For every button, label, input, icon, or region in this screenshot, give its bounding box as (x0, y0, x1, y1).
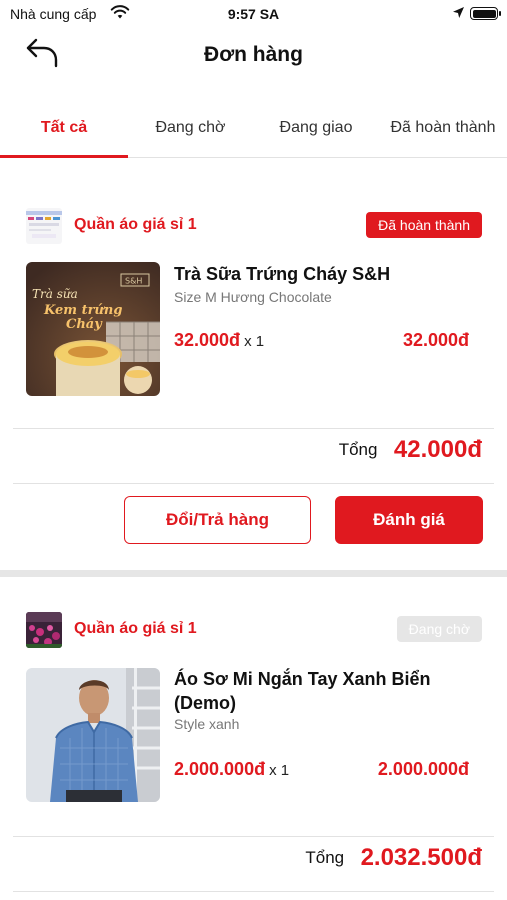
nav-bar: Đơn hàng (0, 30, 507, 80)
product-image[interactable] (26, 668, 160, 802)
tab-completed[interactable]: Đã hoàn thành (379, 100, 507, 158)
status-badge: Đã hoàn thành (366, 212, 482, 238)
svg-text:S&H: S&H (125, 277, 142, 286)
product-image[interactable]: Trà sữa Kem trứng Cháy S&H (26, 262, 160, 396)
separator (13, 836, 494, 837)
review-button[interactable]: Đánh giá (335, 496, 483, 544)
shop-logo (26, 208, 62, 244)
separator (13, 428, 494, 429)
section-divider (0, 570, 507, 577)
shop-name[interactable]: Quần áo giá sỉ 1 (74, 620, 197, 638)
total-label: Tổng (338, 440, 378, 459)
unit-price: 32.000đ (174, 330, 241, 350)
active-tab-indicator (0, 155, 128, 158)
order-tabs: Tất cả Đang chờ Đang giao Đã hoàn thành (0, 100, 507, 158)
status-bar: Nhà cung cấp 9:57 SA (0, 0, 507, 30)
tab-shipping[interactable]: Đang giao (253, 100, 379, 158)
shop-logo (26, 612, 62, 648)
battery-icon (470, 7, 501, 20)
product-name[interactable]: Trà Sữa Trứng Cháy S&H (174, 262, 484, 286)
product-price: 32.000đ x 1 (174, 330, 264, 351)
unit-price: 2.000.000đ (174, 759, 266, 779)
total-label: Tổng (305, 848, 345, 867)
product-variant: Style xanh (174, 716, 240, 732)
order-total-row: Tổng 2.032.500đ (305, 844, 482, 884)
product-variant: Size M Hương Chocolate (174, 289, 332, 305)
page-title: Đơn hàng (204, 43, 303, 66)
product-price: 2.000.000đ x 1 (174, 759, 289, 780)
shop-name[interactable]: Quần áo giá sỉ 1 (74, 216, 197, 234)
product-quantity: x 1 (269, 762, 290, 779)
total-value: 42.000đ (393, 436, 482, 463)
status-badge: Đang chờ (396, 616, 482, 642)
line-total: 2.000.000đ (377, 759, 469, 779)
line-total: 32.000đ (402, 330, 469, 350)
separator (13, 483, 494, 484)
svg-text:Kem trứng: Kem trứng (43, 303, 122, 318)
total-value: 2.032.500đ (360, 844, 482, 871)
tab-all[interactable]: Tất cả (0, 100, 128, 158)
shop-header: Quần áo giá sỉ 1 Đã hoàn thành (26, 208, 486, 244)
svg-text:Cháy: Cháy (66, 317, 103, 332)
shop-header: Quần áo giá sỉ 1 Đang chờ (26, 612, 486, 648)
product-name[interactable]: Áo Sơ Mi Ngắn Tay Xanh Biển (Demo) (174, 667, 484, 715)
location-arrow-icon (453, 7, 464, 18)
separator (13, 891, 494, 892)
return-button[interactable]: Đổi/Trả hàng (124, 496, 311, 544)
order-total-row: Tổng 42.000đ (339, 436, 482, 476)
product-image-caption: Trà sữa (32, 287, 78, 301)
tab-pending[interactable]: Đang chờ (128, 100, 253, 158)
product-quantity: x 1 (244, 333, 265, 350)
clock-time: 9:57 SA (227, 6, 280, 22)
